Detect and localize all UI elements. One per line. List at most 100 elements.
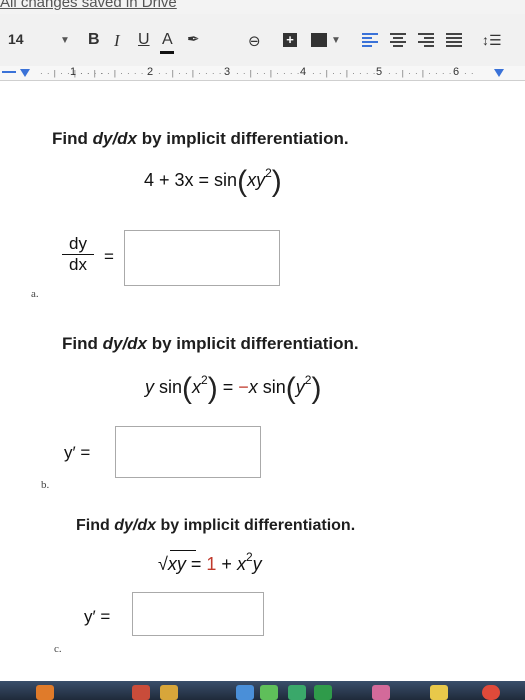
equation-equals: =: [217, 377, 239, 397]
equation-left: 4 + 3x = sin: [144, 170, 238, 190]
add-comment-button[interactable]: +: [283, 33, 297, 47]
equation-var: x: [192, 377, 202, 397]
part-label-c: c.: [54, 643, 62, 655]
ruler-number: 3: [224, 66, 231, 78]
question-b-prompt: Find dy/dx by implicit differentiation.: [62, 334, 359, 354]
answer-box-c[interactable]: [132, 592, 264, 636]
sqrt-vinculum: [170, 550, 196, 551]
dock-app-icon[interactable]: [132, 685, 150, 700]
ruler-ticks: · · | · · | · · · ·: [80, 69, 145, 78]
prompt-text: by implicit differentiation.: [137, 129, 349, 148]
insert-image-icon[interactable]: [311, 33, 327, 47]
dydx-denominator: dx: [69, 255, 87, 274]
save-status-bar: All changes saved in Drive: [0, 0, 525, 14]
align-right-icon[interactable]: [418, 33, 434, 47]
dock-app-icon[interactable]: [482, 685, 500, 700]
prompt-derivative: dy/dx: [114, 517, 157, 534]
answer-label-c: y′ =: [84, 607, 111, 626]
sqrt-argument: xy: [167, 554, 186, 574]
document-page: Find dy/dx by implicit differentiation. …: [0, 81, 525, 681]
dock-app-icon[interactable]: [314, 685, 332, 700]
answer-box-a[interactable]: [124, 230, 280, 286]
equation-exponent: 2: [245, 550, 253, 564]
equation-argument: xy: [247, 170, 266, 190]
font-size-select[interactable]: 14: [8, 31, 24, 47]
ruler-ticks: · · | · · | · · · ·: [312, 69, 377, 78]
dock-app-icon[interactable]: [260, 685, 278, 700]
dydx-numerator: dy: [62, 235, 94, 255]
right-paren: ): [271, 165, 282, 198]
text-color-button[interactable]: A: [162, 31, 173, 49]
part-label-a: a.: [31, 288, 39, 300]
os-dock: [0, 681, 525, 700]
save-status-text[interactable]: All changes saved in Drive: [0, 0, 177, 11]
question-a-equation: 4 + 3x = sin(xy2): [144, 165, 282, 199]
underline-button[interactable]: U: [138, 31, 150, 49]
right-paren: ): [311, 372, 322, 405]
ruler-number: 4: [300, 66, 307, 78]
dock-app-icon[interactable]: [288, 685, 306, 700]
ruler-ticks: · · | · · | · · · ·: [158, 69, 223, 78]
dock-app-icon[interactable]: [160, 685, 178, 700]
question-a-prompt: Find dy/dx by implicit differentiation.: [52, 129, 349, 149]
left-indent-marker[interactable]: [20, 69, 30, 77]
dock-app-icon[interactable]: [236, 685, 254, 700]
equation-var: x: [236, 554, 246, 574]
chevron-down-icon[interactable]: ▼: [60, 35, 70, 46]
equation-negative: −: [238, 377, 249, 397]
dock-app-icon[interactable]: [36, 685, 54, 700]
answer-label-b: y′ =: [64, 443, 91, 462]
dock-app-icon[interactable]: [430, 685, 448, 700]
equation-var: y: [252, 554, 262, 574]
prompt-derivative: dy/dx: [102, 334, 148, 353]
equation-plus: +: [216, 554, 237, 574]
question-c-equation: √xy = 1 + x2y: [158, 550, 262, 575]
prompt-text: Find: [52, 129, 93, 148]
dydx-fraction: dy dx: [62, 235, 94, 275]
equation-exponent: 2: [265, 166, 272, 180]
right-paren: ): [207, 372, 218, 405]
dock-app-icon[interactable]: [372, 685, 390, 700]
equals-sign: =: [104, 247, 114, 266]
equation-constant: 1: [206, 554, 217, 574]
equation-equals: =: [185, 554, 207, 574]
ruler-number: 2: [147, 66, 154, 78]
part-label-b: b.: [41, 479, 50, 491]
sqrt-icon: √: [158, 554, 168, 574]
question-b-equation: y sin(x2) = −x sin(y2): [145, 372, 321, 406]
insert-link-icon[interactable]: ⊖: [248, 32, 261, 50]
equation-func: sin: [257, 377, 286, 397]
align-left-icon[interactable]: [362, 33, 378, 47]
bold-button[interactable]: B: [88, 31, 100, 49]
formatting-toolbar: 14 ▼ B I U A ✒ ⊖ + ▼ ↕☰: [0, 14, 525, 67]
right-indent-marker[interactable]: [494, 69, 504, 77]
question-c-prompt: Find dy/dx by implicit differentiation.: [76, 517, 355, 535]
document-ruler[interactable]: · · | · · | · · · · 1 · · | · · | · · · …: [0, 66, 525, 81]
ruler-ticks: · · | · · | · · · ·: [236, 69, 301, 78]
prompt-text: by implicit differentiation.: [156, 517, 356, 534]
equation-var: x: [248, 377, 258, 397]
align-justify-icon[interactable]: [446, 33, 462, 47]
align-center-icon[interactable]: [390, 33, 406, 47]
equation-func: sin: [154, 377, 183, 397]
left-paren: (: [285, 372, 296, 405]
italic-button[interactable]: I: [114, 31, 120, 51]
left-paren: (: [237, 165, 248, 198]
prompt-text: by implicit differentiation.: [147, 334, 359, 353]
ruler-number: 5: [376, 66, 383, 78]
highlight-pen-icon[interactable]: ✒: [187, 30, 200, 48]
chevron-down-icon[interactable]: ▼: [331, 35, 341, 46]
equation-var: y: [145, 377, 154, 397]
equation-exponent: 2: [201, 373, 208, 387]
prompt-text: Find: [62, 334, 103, 353]
answer-box-b[interactable]: [115, 426, 261, 478]
ruler-number: 1: [70, 66, 77, 78]
prompt-text: Find: [76, 517, 115, 534]
ruler-ticks: · ·: [464, 69, 475, 78]
line-spacing-icon[interactable]: ↕☰: [482, 32, 502, 49]
ruler-number: 6: [453, 66, 460, 78]
ruler-margin-handle[interactable]: [2, 71, 16, 73]
text-color-swatch: [160, 51, 174, 54]
ruler-ticks: · · | · · | · · · ·: [388, 69, 453, 78]
left-paren: (: [182, 372, 193, 405]
